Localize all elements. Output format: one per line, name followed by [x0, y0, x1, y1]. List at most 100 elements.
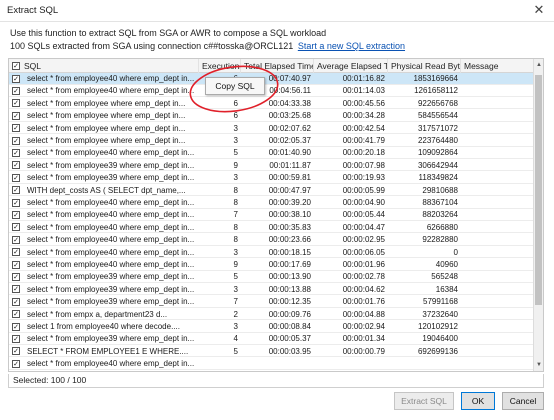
row-checkbox[interactable]: ✓ [12, 198, 20, 207]
table-row[interactable]: ✓ select * from employee40 where emp_dept… [9, 247, 535, 259]
close-icon[interactable]: ✕ [530, 2, 548, 18]
table-row[interactable]: ✓ select * from employee40 where emp_dept… [9, 259, 535, 271]
row-checkbox[interactable]: ✓ [12, 124, 20, 133]
row-checkbox[interactable]: ✓ [12, 334, 20, 343]
scrollbar-thumb[interactable] [535, 75, 542, 305]
row-checkbox[interactable]: ✓ [12, 210, 20, 219]
column-header-message[interactable]: Message [461, 59, 535, 73]
physical-reads-cell: 92282880 [422, 235, 458, 245]
total-elapsed-cell: 00:00:17.69 [268, 260, 311, 269]
table-row[interactable]: ✓ select * from employee39 where emp_dept… [9, 333, 535, 345]
table-row[interactable]: ✓ select * from employee39 where emp_dept… [9, 296, 535, 308]
executions-cell: 9 [233, 260, 238, 269]
table-row[interactable]: ✓ select * from employee40 where emp_dept… [9, 222, 535, 234]
table-row[interactable]: ✓ select * from employee39 where emp_dept… [9, 271, 535, 283]
total-elapsed-cell: 00:00:13.88 [268, 284, 311, 294]
message-cell [461, 222, 535, 233]
sql-text: select * from employee39 where emp_dept … [27, 334, 195, 344]
executions-cell: 9 [233, 160, 238, 170]
column-header-total-elapsed[interactable]: Total Elapsed Time [241, 59, 314, 73]
row-checkbox[interactable]: ✓ [12, 359, 20, 368]
table-row[interactable]: ✓ select * from employee39 where emp_dept… [9, 160, 535, 172]
message-cell [461, 185, 535, 196]
row-checkbox[interactable]: ✓ [12, 310, 20, 319]
scroll-up-icon[interactable]: ▲ [534, 59, 543, 71]
row-checkbox[interactable]: ✓ [12, 272, 20, 281]
avg-elapsed-cell: 00:00:20.18 [342, 148, 385, 158]
table-row[interactable]: ✓ select * from employee40 where emp_dept… [9, 147, 535, 159]
table-row[interactable]: ✓ SELECT * FROM EMPLOYEE1 E WHERE.... 5 00:… [9, 346, 535, 358]
avg-elapsed-cell: 00:00:01.96 [342, 260, 385, 269]
cancel-button[interactable]: Cancel [502, 392, 544, 410]
table-row[interactable]: ✓ select * from employee40 where emp_dept… [9, 209, 535, 221]
table-row[interactable]: ✓ select * from employee40 where emp_dept… [9, 73, 535, 85]
executions-cell: 4 [233, 334, 238, 344]
row-checkbox[interactable]: ✓ [12, 136, 20, 145]
physical-reads-cell: 317571072 [417, 123, 458, 133]
select-all-checkbox[interactable]: ✓ [12, 62, 20, 70]
message-cell [461, 98, 535, 109]
executions-cell: 3 [233, 173, 238, 183]
new-extraction-link[interactable]: Start a new SQL extraction [298, 41, 405, 51]
table-row[interactable]: ✓ select * from employee where emp_dept i… [9, 135, 535, 147]
message-cell [461, 209, 535, 220]
grid-header: SQL ✓ Executions Total Elapsed Time Aver… [9, 59, 535, 73]
table-row[interactable]: ✓ select * from employee40 where emp_dept… [9, 197, 535, 209]
row-checkbox[interactable]: ✓ [12, 248, 20, 257]
table-row[interactable]: ✓ select * from employee where emp_dept i… [9, 123, 535, 135]
table-row[interactable]: ✓ WITH dept_costs AS ( SELECT dpt_name,..… [9, 185, 535, 197]
vertical-scrollbar[interactable]: ▲ ▼ [533, 59, 543, 371]
executions-cell: 7 [233, 297, 238, 307]
sql-text: select * from employee39 where emp_dept … [27, 284, 195, 294]
ok-button[interactable]: OK [461, 392, 495, 410]
physical-reads-cell: 1853169664 [413, 74, 459, 83]
total-elapsed-cell: 00:00:05.37 [268, 334, 311, 344]
row-checkbox[interactable]: ✓ [12, 111, 20, 120]
column-header-sql[interactable]: SQL [9, 59, 199, 73]
table-row[interactable]: ✓ select * from empx a, department23 d...… [9, 309, 535, 321]
table-row[interactable]: ✓ select 1 from employee40 where decode..… [9, 321, 535, 333]
table-row[interactable]: ✓ select * from employee40 where emp_dept… [9, 85, 535, 97]
total-elapsed-cell: 00:04:33.38 [268, 98, 311, 108]
executions-cell: 3 [233, 123, 238, 133]
row-checkbox[interactable]: ✓ [12, 347, 20, 356]
table-row[interactable]: ✓ select * from employee40 where emp_dept… [9, 234, 535, 246]
row-checkbox[interactable]: ✓ [12, 173, 20, 182]
table-row[interactable]: ✓ select * from employee39 where emp_dept… [9, 284, 535, 296]
row-checkbox[interactable]: ✓ [12, 86, 20, 95]
table-row[interactable]: ✓ select * from employee39 where emp_dept… [9, 172, 535, 184]
row-checkbox[interactable]: ✓ [12, 297, 20, 306]
executions-cell: 3 [233, 136, 238, 145]
physical-reads-cell: 692699136 [417, 346, 458, 356]
row-checkbox[interactable]: ✓ [12, 74, 20, 83]
context-menu-copy-sql[interactable]: Copy SQL [205, 77, 265, 95]
column-header-executions[interactable]: Executions [199, 59, 241, 73]
row-checkbox[interactable]: ✓ [12, 223, 20, 232]
message-cell [461, 234, 535, 245]
row-checkbox[interactable]: ✓ [12, 161, 20, 170]
row-checkbox[interactable]: ✓ [12, 260, 20, 269]
message-cell [461, 85, 535, 96]
physical-reads-cell: 57991168 [423, 297, 458, 307]
row-checkbox[interactable]: ✓ [12, 235, 20, 244]
physical-reads-cell: 40960 [435, 260, 458, 269]
row-checkbox[interactable]: ✓ [12, 148, 20, 157]
row-checkbox[interactable]: ✓ [12, 322, 20, 331]
table-row[interactable]: ✓ select * from employee where emp_dept i… [9, 98, 535, 110]
table-row[interactable]: ✓ select * from employee where emp_dept i… [9, 110, 535, 122]
physical-reads-cell: 109092864 [417, 148, 458, 158]
message-cell [461, 147, 535, 158]
total-elapsed-cell: 00:01:40.90 [268, 148, 311, 158]
avg-elapsed-cell: 00:00:19.93 [342, 173, 385, 183]
table-row[interactable]: ✓ select * from employee40 where emp_dept… [9, 358, 535, 370]
scroll-down-icon[interactable]: ▼ [534, 359, 543, 371]
extract-sql-button[interactable]: Extract SQL [394, 392, 454, 410]
row-checkbox[interactable]: ✓ [12, 285, 20, 294]
avg-elapsed-cell: 00:01:14.03 [342, 86, 385, 96]
column-header-avg-elapsed[interactable]: Average Elapsed Ti... [314, 59, 388, 73]
physical-reads-cell: 922656768 [417, 98, 458, 108]
sql-text: WITH dept_costs AS ( SELECT dpt_name,... [27, 185, 186, 195]
row-checkbox[interactable]: ✓ [12, 99, 20, 108]
column-header-physical-reads[interactable]: Physical Read Bytes [388, 59, 461, 73]
row-checkbox[interactable]: ✓ [12, 186, 20, 195]
